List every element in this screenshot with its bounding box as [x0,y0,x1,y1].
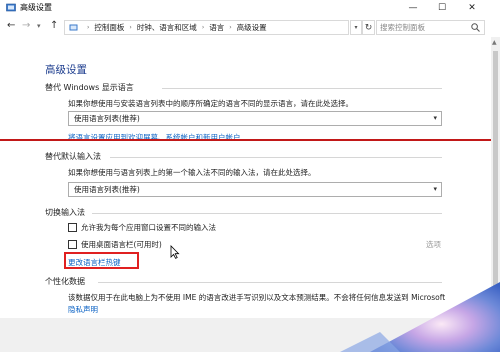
page-title: 高级设置 [45,64,87,76]
mouse-cursor-icon [170,245,180,259]
apply-language-settings-link[interactable]: 将语言设置应用到欢迎屏幕、系统帐户和新用户帐户 [68,132,241,143]
section-divider [92,213,442,214]
breadcrumb-advanced-settings[interactable]: 高级设置 [237,22,267,33]
default-input-select-value: 使用语言列表(推荐) [74,185,140,194]
default-input-heading: 替代默认输入法 [45,152,101,161]
per-app-input-label: 允许我为每个应用窗口设置不同的输入法 [81,223,216,232]
title-bar: 高级设置 — ☐ ✕ [0,0,500,16]
highlight-annotation-box [64,252,139,269]
language-bar-options-link[interactable]: 选项 [426,239,441,250]
breadcrumb-clock-language-region[interactable]: 时钟、语言和区域 [137,22,197,33]
control-panel-icon [69,24,78,30]
desktop-language-bar-checkbox[interactable] [68,240,77,249]
breadcrumb-language[interactable]: 语言 [209,22,224,33]
recent-locations-chevron-icon[interactable]: ▾ [37,22,41,30]
display-language-select-value: 使用语言列表(推荐) [74,114,140,123]
display-language-heading: 替代 Windows 显示语言 [45,83,134,92]
chevron-down-icon: ▾ [433,185,437,193]
per-app-input-checkbox-row[interactable]: 允许我为每个应用窗口设置不同的输入法 [68,222,216,233]
default-input-select[interactable]: 使用语言列表(推荐) ▾ [68,182,442,197]
privacy-statement-link[interactable]: 隐私声明 [68,304,98,315]
minimize-button[interactable]: — [399,0,427,16]
breadcrumb-separator: › [129,24,132,31]
address-dropdown-chevron-icon[interactable]: ▾ [350,20,362,35]
forward-arrow-icon[interactable]: → [22,20,30,31]
search-placeholder: 搜索控制面板 [380,23,425,32]
display-language-select[interactable]: 使用语言列表(推荐) ▾ [68,111,442,126]
switch-input-heading: 切换输入法 [45,208,85,217]
maximize-button[interactable]: ☐ [428,0,456,16]
desktop-language-bar-checkbox-row[interactable]: 使用桌面语言栏(可用时) [68,239,162,250]
section-divider [162,88,442,89]
annotation-red-line [0,139,500,141]
section-divider [110,157,442,158]
default-input-description: 如果你想使用与语言列表上的第一个输入法不同的输入法，请在此处选择。 [68,168,316,177]
scroll-up-arrow-icon[interactable]: ▲ [492,39,497,46]
personalization-heading: 个性化数据 [45,277,85,286]
search-input[interactable]: 搜索控制面板 [376,20,485,35]
per-app-input-checkbox[interactable] [68,223,77,232]
breadcrumb-separator: › [87,24,90,31]
back-arrow-icon[interactable]: ← [7,20,15,31]
search-icon [471,23,480,32]
window-title: 高级设置 [20,3,52,12]
breadcrumb-separator: › [229,24,232,31]
up-arrow-icon[interactable]: ↑ [50,20,58,31]
close-button[interactable]: ✕ [458,0,486,16]
navigation-bar: ← → ▾ ↑ › 控制面板 › 时钟、语言和区域 › 语言 › 高级设置 ▾ … [0,17,500,37]
advanced-settings-window: 高级设置 — ☐ ✕ ← → ▾ ↑ › 控制面板 › 时钟、语言和区域 › 语… [0,0,500,352]
breadcrumb-control-panel[interactable]: 控制面板 [94,22,124,33]
address-bar[interactable]: › 控制面板 › 时钟、语言和区域 › 语言 › 高级设置 [64,20,349,35]
control-panel-icon [6,3,16,12]
breadcrumb-separator: › [201,24,205,31]
desktop-wallpaper-image [340,282,500,352]
refresh-icon[interactable]: ↻ [362,20,375,35]
desktop-language-bar-label: 使用桌面语言栏(可用时) [81,240,162,249]
chevron-down-icon: ▾ [433,114,437,122]
display-language-description: 如果你想使用与安装语言列表中的顺序所确定的语言不同的显示语言，请在此处选择。 [68,99,353,108]
